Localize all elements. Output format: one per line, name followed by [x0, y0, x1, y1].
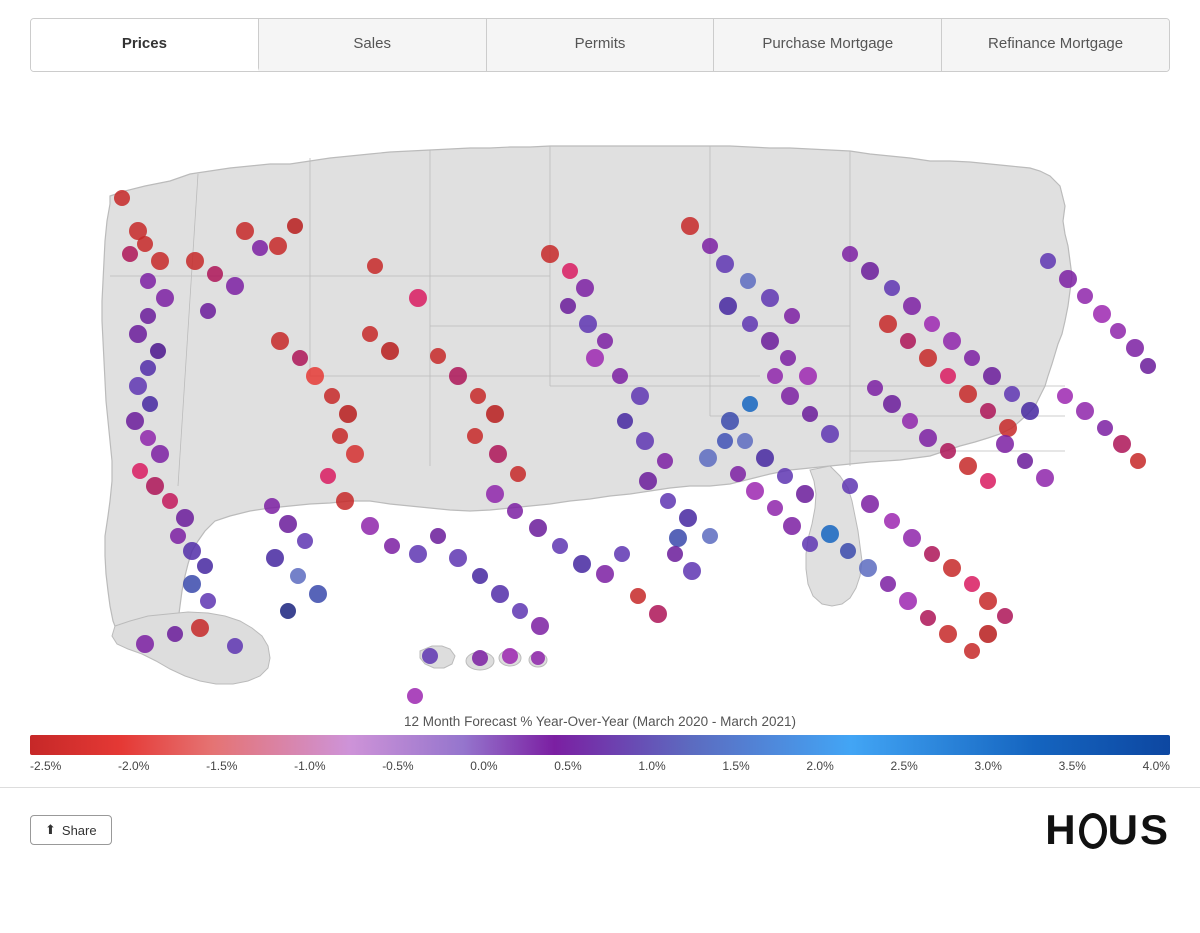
legend-label: -1.0%: [294, 759, 325, 773]
share-label: Share: [62, 823, 97, 838]
legend-label: 0.5%: [554, 759, 581, 773]
legend-label: 4.0%: [1143, 759, 1170, 773]
legend-label: -2.0%: [118, 759, 149, 773]
share-button[interactable]: ⬆ Share: [30, 815, 112, 845]
legend-label: 2.5%: [890, 759, 917, 773]
footer: ⬆ Share HUS: [0, 787, 1200, 864]
tab-permits[interactable]: Permits: [487, 19, 715, 71]
haus-logo: HUS: [1045, 806, 1170, 854]
legend-container: -2.5% -2.0% -1.5% -1.0% -0.5% 0.0% 0.5% …: [30, 735, 1170, 773]
legend-label: 1.5%: [722, 759, 749, 773]
tab-sales[interactable]: Sales: [259, 19, 487, 71]
map-container: [30, 86, 1170, 706]
haus-o: [1079, 813, 1107, 849]
tab-refinance-mortgage[interactable]: Refinance Mortgage: [942, 19, 1169, 71]
legend-label: 3.0%: [975, 759, 1002, 773]
legend-labels: -2.5% -2.0% -1.5% -1.0% -0.5% 0.0% 0.5% …: [30, 759, 1170, 773]
legend-label: -0.5%: [382, 759, 413, 773]
legend-label: 2.0%: [806, 759, 833, 773]
legend-label: 0.0%: [470, 759, 497, 773]
legend-label: 3.5%: [1059, 759, 1086, 773]
tab-purchase-mortgage[interactable]: Purchase Mortgage: [714, 19, 942, 71]
legend-label: -1.5%: [206, 759, 237, 773]
tab-bar: Prices Sales Permits Purchase Mortgage R…: [30, 18, 1170, 72]
legend-label: 1.0%: [638, 759, 665, 773]
tab-prices[interactable]: Prices: [31, 19, 259, 71]
legend-label: -2.5%: [30, 759, 61, 773]
share-icon: ⬆: [45, 822, 56, 838]
legend-bar: [30, 735, 1170, 755]
forecast-label: 12 Month Forecast % Year-Over-Year (Marc…: [30, 714, 1170, 729]
